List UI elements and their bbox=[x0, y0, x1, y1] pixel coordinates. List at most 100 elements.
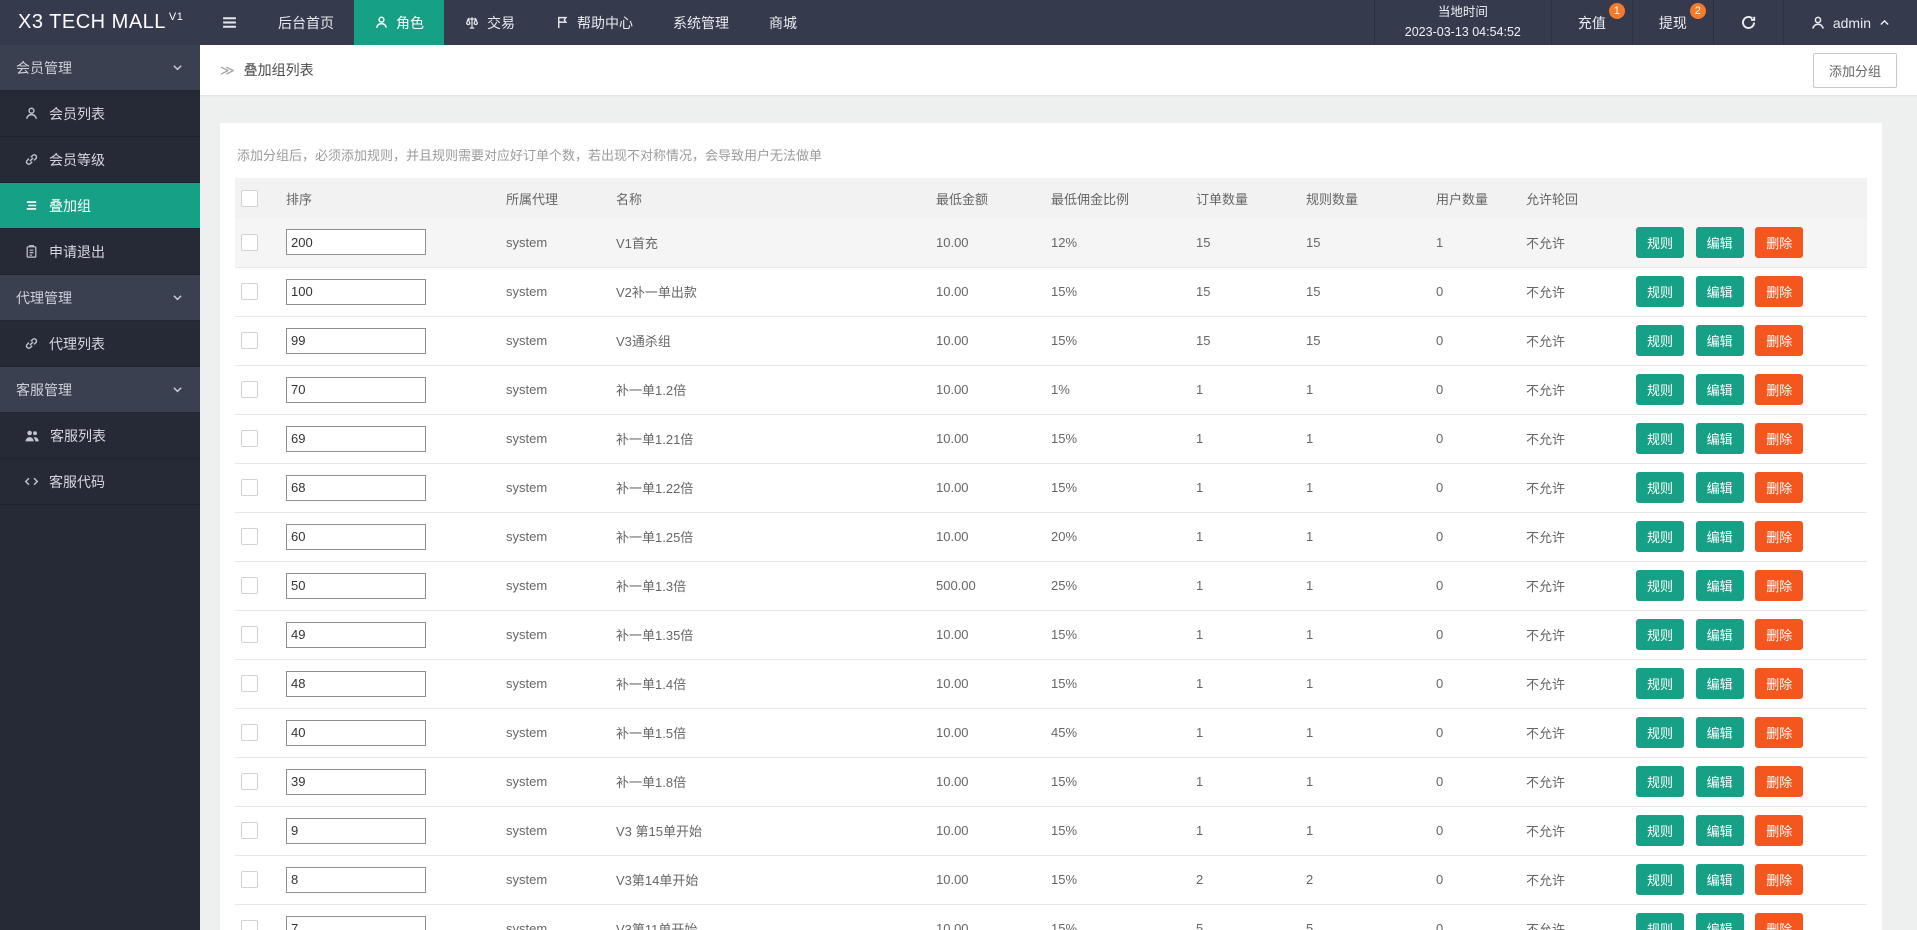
row-checkbox[interactable] bbox=[241, 626, 258, 644]
row-checkbox[interactable] bbox=[241, 381, 258, 399]
edit-button[interactable]: 编辑 bbox=[1695, 717, 1744, 748]
row-checkbox[interactable] bbox=[241, 233, 258, 251]
sort-input[interactable] bbox=[286, 572, 426, 599]
sidebar-item[interactable]: 申请退出 bbox=[0, 229, 200, 275]
menu-toggle-button[interactable] bbox=[200, 0, 258, 45]
edit-button[interactable]: 编辑 bbox=[1695, 276, 1744, 307]
row-checkbox[interactable] bbox=[241, 430, 258, 448]
sort-input[interactable] bbox=[286, 817, 426, 844]
agent-cell: system bbox=[506, 333, 548, 348]
delete-button[interactable]: 删除 bbox=[1755, 717, 1804, 748]
row-checkbox[interactable] bbox=[241, 577, 258, 595]
edit-button[interactable]: 编辑 bbox=[1695, 668, 1744, 699]
row-checkbox[interactable] bbox=[241, 871, 258, 889]
delete-button[interactable]: 删除 bbox=[1755, 864, 1804, 895]
topnav-item[interactable]: 角色 bbox=[354, 0, 444, 45]
row-checkbox[interactable] bbox=[241, 773, 258, 791]
sidebar-item[interactable]: 客服代码 bbox=[0, 459, 200, 505]
row-checkbox[interactable] bbox=[241, 920, 258, 930]
edit-button[interactable]: 编辑 bbox=[1695, 521, 1744, 552]
sort-input[interactable] bbox=[286, 670, 426, 697]
edit-button[interactable]: 编辑 bbox=[1695, 913, 1744, 930]
withdraw-button[interactable]: 提现 2 bbox=[1633, 0, 1714, 45]
sort-input[interactable] bbox=[286, 376, 426, 403]
edit-button[interactable]: 编辑 bbox=[1695, 570, 1744, 601]
edit-button[interactable]: 编辑 bbox=[1695, 325, 1744, 356]
select-all-checkbox[interactable] bbox=[241, 189, 258, 207]
sidebar-item[interactable]: 会员等级 bbox=[0, 137, 200, 183]
sort-input[interactable] bbox=[286, 523, 426, 550]
add-group-button[interactable]: 添加分组 bbox=[1812, 52, 1897, 88]
edit-button[interactable]: 编辑 bbox=[1695, 374, 1744, 405]
rule-button[interactable]: 规则 bbox=[1636, 226, 1685, 258]
rule-button[interactable]: 规则 bbox=[1636, 521, 1685, 552]
rule-button[interactable]: 规则 bbox=[1636, 472, 1685, 503]
edit-button[interactable]: 编辑 bbox=[1695, 472, 1744, 503]
sidebar-item[interactable]: 会员列表 bbox=[0, 91, 200, 137]
delete-button[interactable]: 删除 bbox=[1755, 325, 1804, 356]
edit-button[interactable]: 编辑 bbox=[1695, 619, 1744, 650]
row-checkbox[interactable] bbox=[241, 283, 258, 301]
sidebar-group-header[interactable]: 客服管理 bbox=[0, 367, 200, 413]
rule-button[interactable]: 规则 bbox=[1636, 668, 1685, 699]
sort-input[interactable] bbox=[286, 915, 426, 930]
row-checkbox[interactable] bbox=[241, 675, 258, 693]
rule-button[interactable]: 规则 bbox=[1636, 717, 1685, 748]
delete-button[interactable]: 删除 bbox=[1755, 521, 1804, 552]
edit-button[interactable]: 编辑 bbox=[1695, 766, 1744, 797]
rule-button[interactable]: 规则 bbox=[1636, 570, 1685, 601]
rule-button[interactable]: 规则 bbox=[1636, 374, 1685, 405]
rule-button[interactable]: 规则 bbox=[1636, 619, 1685, 650]
row-checkbox[interactable] bbox=[241, 822, 258, 840]
delete-button[interactable]: 删除 bbox=[1755, 226, 1804, 258]
sort-input[interactable] bbox=[286, 474, 426, 501]
refresh-button[interactable] bbox=[1714, 0, 1784, 45]
rule-button[interactable]: 规则 bbox=[1636, 276, 1685, 307]
delete-button[interactable]: 删除 bbox=[1755, 913, 1804, 930]
sidebar-group-header[interactable]: 代理管理 bbox=[0, 275, 200, 321]
sidebar-item[interactable]: 客服列表 bbox=[0, 413, 200, 459]
edit-button[interactable]: 编辑 bbox=[1695, 226, 1744, 258]
sort-input[interactable] bbox=[286, 278, 426, 305]
topnav-item[interactable]: 帮助中心 bbox=[535, 0, 653, 45]
row-checkbox[interactable] bbox=[241, 479, 258, 497]
rule-button[interactable]: 规则 bbox=[1636, 766, 1685, 797]
sort-input[interactable] bbox=[286, 621, 426, 648]
topnav-item[interactable]: 交易 bbox=[444, 0, 535, 45]
edit-button[interactable]: 编辑 bbox=[1695, 423, 1744, 454]
row-checkbox[interactable] bbox=[241, 724, 258, 742]
user-menu[interactable]: admin bbox=[1784, 0, 1917, 45]
sort-input[interactable] bbox=[286, 866, 426, 893]
delete-button[interactable]: 删除 bbox=[1755, 815, 1804, 846]
sort-input[interactable] bbox=[286, 719, 426, 746]
delete-button[interactable]: 删除 bbox=[1755, 619, 1804, 650]
edit-button[interactable]: 编辑 bbox=[1695, 815, 1744, 846]
edit-button[interactable]: 编辑 bbox=[1695, 864, 1744, 895]
rule-button[interactable]: 规则 bbox=[1636, 815, 1685, 846]
delete-button[interactable]: 删除 bbox=[1755, 766, 1804, 797]
delete-button[interactable]: 删除 bbox=[1755, 423, 1804, 454]
table-row: system V1首充 10.00 12% 15 15 1 不允许 规则 编辑 … bbox=[235, 218, 1867, 267]
sort-input[interactable] bbox=[286, 425, 426, 452]
topnav-item[interactable]: 系统管理 bbox=[653, 0, 749, 45]
sidebar-group-header[interactable]: 会员管理 bbox=[0, 45, 200, 91]
delete-button[interactable]: 删除 bbox=[1755, 276, 1804, 307]
rule-button[interactable]: 规则 bbox=[1636, 423, 1685, 454]
delete-button[interactable]: 删除 bbox=[1755, 668, 1804, 699]
rule-button[interactable]: 规则 bbox=[1636, 325, 1685, 356]
delete-button[interactable]: 删除 bbox=[1755, 472, 1804, 503]
sidebar-item[interactable]: 代理列表 bbox=[0, 321, 200, 367]
delete-button[interactable]: 删除 bbox=[1755, 570, 1804, 601]
sidebar-item[interactable]: 叠加组 bbox=[0, 183, 200, 229]
topnav-item[interactable]: 后台首页 bbox=[258, 0, 354, 45]
row-checkbox[interactable] bbox=[241, 332, 258, 350]
sort-input[interactable] bbox=[286, 327, 426, 354]
recharge-button[interactable]: 充值 1 bbox=[1552, 0, 1633, 45]
topnav-item[interactable]: 商城 bbox=[749, 0, 817, 45]
row-checkbox[interactable] bbox=[241, 528, 258, 546]
sort-input[interactable] bbox=[286, 229, 426, 256]
sort-input[interactable] bbox=[286, 768, 426, 795]
rule-button[interactable]: 规则 bbox=[1636, 864, 1685, 895]
delete-button[interactable]: 删除 bbox=[1755, 374, 1804, 405]
rule-button[interactable]: 规则 bbox=[1636, 913, 1685, 930]
